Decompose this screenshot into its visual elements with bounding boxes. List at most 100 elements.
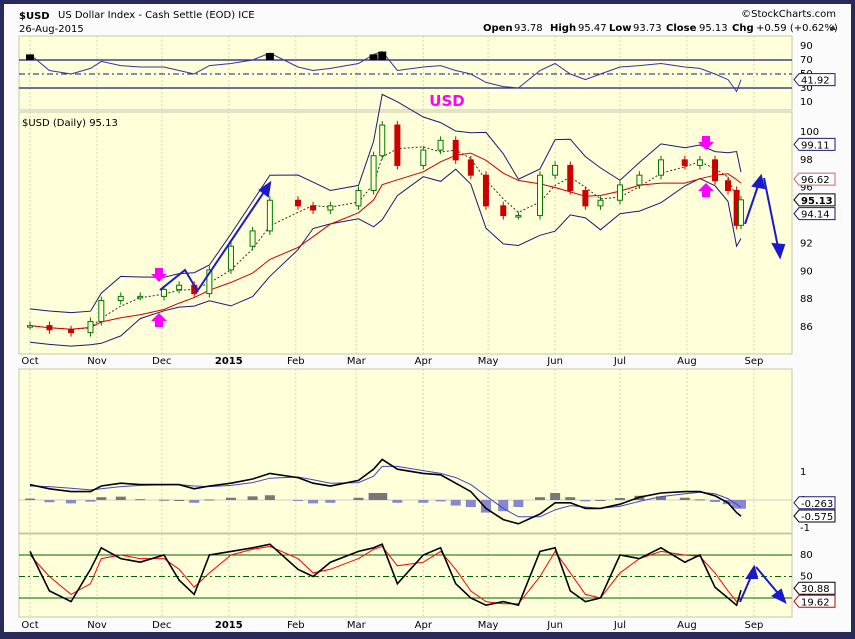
candle-body [117, 295, 124, 302]
low-value: 93.73 [633, 23, 662, 34]
x-tick-label: Jul [613, 620, 626, 631]
high-label: High [550, 23, 576, 34]
candle-body [266, 199, 273, 232]
candle-body [27, 325, 33, 328]
macd-histogram-bar [264, 495, 275, 500]
candle-body [46, 325, 53, 331]
candle-body [552, 164, 559, 176]
candle-body [636, 174, 643, 186]
candle-body [536, 174, 543, 217]
value-tag-text: 99.11 [801, 140, 830, 151]
macd-histogram-bar [595, 500, 606, 501]
y-tick-label: 86 [800, 322, 813, 333]
value-tag: 94.14 [793, 207, 836, 221]
macd-histogram-bar [225, 497, 236, 500]
macd-histogram-bar [710, 500, 721, 502]
value-tag-text: -0.575 [801, 512, 833, 523]
macd-histogram-bar [85, 500, 96, 502]
candle-body [658, 159, 665, 176]
macd-histogram-bar [96, 497, 107, 500]
macd-histogram-bar [25, 498, 35, 500]
macd-histogram-bar [368, 493, 379, 500]
candle-body [567, 164, 574, 192]
candle-body [394, 124, 401, 166]
x-tick-label: Apr [415, 620, 433, 631]
value-tag-text: 41.92 [801, 76, 830, 87]
candle-body [437, 139, 444, 151]
macd-histogram-bar [308, 500, 319, 504]
x-tick-label: Mar [347, 356, 367, 367]
value-tag-text: 94.14 [801, 210, 830, 221]
candle-body [227, 245, 234, 271]
candle-body [597, 199, 604, 207]
x-tick-label: Jun [546, 620, 563, 631]
macd-histogram-bar [174, 500, 185, 501]
rsi-overbought-fill [378, 51, 387, 60]
x-tick-label: Feb [287, 356, 305, 367]
y-tick-label: 90 [800, 266, 813, 277]
x-tick-label: Aug [677, 356, 697, 367]
symbol: $USD [19, 11, 50, 22]
macd-histogram-bar [66, 500, 77, 504]
macd-histogram-bar [694, 499, 705, 501]
y-tick-label: 10 [800, 97, 813, 108]
close-value: 95.13 [699, 23, 728, 34]
open-label: Open [483, 23, 513, 34]
value-tag: 30.88 [793, 581, 836, 595]
value-tag: -0.263 [793, 496, 836, 510]
macd-histogram-bar [325, 500, 336, 503]
y-tick-label: 88 [800, 294, 813, 305]
candle-body [98, 300, 105, 322]
high-value: 95.47 [578, 23, 607, 34]
rsi-panel [18, 35, 793, 111]
macd-histogram-bar [135, 499, 146, 501]
x-tick-label: Aug [677, 620, 697, 631]
x-tick-label: Nov [87, 356, 107, 367]
y-tick-label: 100 [800, 127, 819, 138]
macd-histogram-bar [614, 498, 625, 500]
close-label: Close [666, 23, 697, 34]
chg-label: Chg [732, 23, 754, 34]
candle-body [420, 149, 427, 166]
watermark: ©StockCharts.com [741, 9, 836, 20]
value-tag: 96.62 [793, 172, 836, 186]
x-tick-label: 2015 [215, 620, 243, 631]
chg-value: +0.59 (+0.62%) [756, 23, 838, 34]
candle-body [370, 155, 377, 192]
macd-histogram-bar [580, 500, 591, 502]
usd-annotation: USD [429, 92, 464, 110]
x-tick-label: Nov [87, 620, 107, 631]
x-tick-label: Sep [745, 356, 764, 367]
candle-body [712, 159, 719, 182]
chart-date: 26-Aug-2015 [19, 24, 84, 35]
macd-histogram-bar [418, 500, 429, 503]
candle-body [68, 329, 75, 334]
macd-histogram-bar [44, 500, 55, 503]
x-tick-label: 2015 [215, 356, 243, 367]
instrument-name: US Dollar Index - Cash Settle (EOD) ICE [58, 10, 255, 21]
macd-histogram-bar [158, 499, 169, 501]
x-tick-label: Feb [287, 620, 305, 631]
macd-panel [18, 368, 793, 534]
value-tag-text: -0.263 [801, 499, 833, 510]
candle-body [467, 159, 474, 176]
open-value: 93.78 [514, 23, 543, 34]
macd-histogram-bar [513, 500, 524, 507]
y-tick-label: -1 [800, 523, 810, 534]
candle-body [482, 174, 489, 207]
value-tag-text: 19.62 [801, 597, 830, 608]
candle-body [310, 205, 317, 211]
candle-body [294, 199, 301, 207]
x-tick-label: Oct [21, 620, 38, 631]
value-tag: 41.92 [793, 73, 836, 87]
macd-histogram-bar [292, 500, 303, 501]
value-tag-text: 96.62 [801, 175, 830, 186]
x-tick-label: Apr [415, 356, 433, 367]
candle-body [176, 284, 183, 290]
ohlc-summary: Open 93.78 High 95.47 Low 93.73 Close 95… [483, 23, 838, 34]
x-tick-label: Sep [745, 620, 764, 631]
x-tick-label: Mar [347, 620, 367, 631]
rsi-overbought-fill [369, 54, 378, 60]
value-tag-text: 30.88 [801, 584, 830, 595]
y-tick-label: 1 [800, 467, 806, 478]
